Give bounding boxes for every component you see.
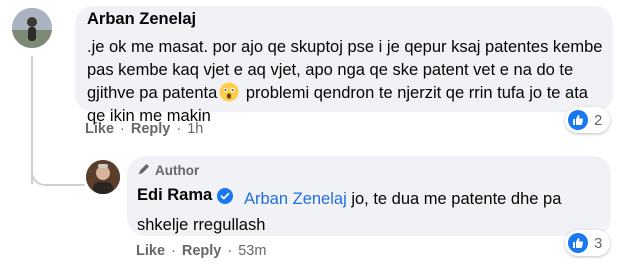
author-badge-label: Author: [155, 163, 200, 178]
comment-author[interactable]: Edi Rama: [137, 186, 212, 205]
separator: ·: [176, 121, 182, 137]
reaction-summary[interactable]: 2: [565, 107, 611, 133]
verified-badge-icon: [217, 187, 234, 204]
pen-icon: [137, 162, 151, 179]
reply-button[interactable]: Reply: [131, 121, 171, 137]
separator: ·: [171, 243, 176, 259]
separator: ·: [227, 243, 233, 259]
like-button[interactable]: Like: [136, 243, 165, 259]
comment-timestamp[interactable]: 1h: [187, 121, 203, 137]
avatar[interactable]: [86, 160, 120, 194]
like-reaction-icon: [568, 110, 588, 130]
reaction-summary[interactable]: 3: [565, 230, 611, 256]
comment-author[interactable]: Arban Zenelaj: [87, 10, 196, 29]
reaction-count: 2: [594, 111, 603, 129]
mention-link[interactable]: Arban Zenelaj: [244, 190, 347, 208]
avatar[interactable]: [12, 8, 52, 48]
like-button[interactable]: Like: [85, 121, 114, 137]
like-reaction-icon: [568, 233, 588, 253]
comment-actions: Like · Reply · 1h: [85, 121, 203, 137]
comment-text: .je ok me masat. por ajo qe skuptoj pse …: [87, 36, 605, 128]
author-badge: Author: [137, 162, 199, 179]
comment-author-row: Edi Rama: [137, 186, 234, 205]
separator: ·: [120, 121, 125, 137]
comment-actions: Like · Reply · 53m: [136, 243, 266, 259]
comment-timestamp[interactable]: 53m: [238, 243, 266, 259]
astonished-face-emoji: [219, 82, 239, 102]
reaction-count: 3: [594, 234, 603, 252]
reply-button[interactable]: Reply: [182, 243, 222, 259]
thread-connector: [31, 130, 85, 186]
